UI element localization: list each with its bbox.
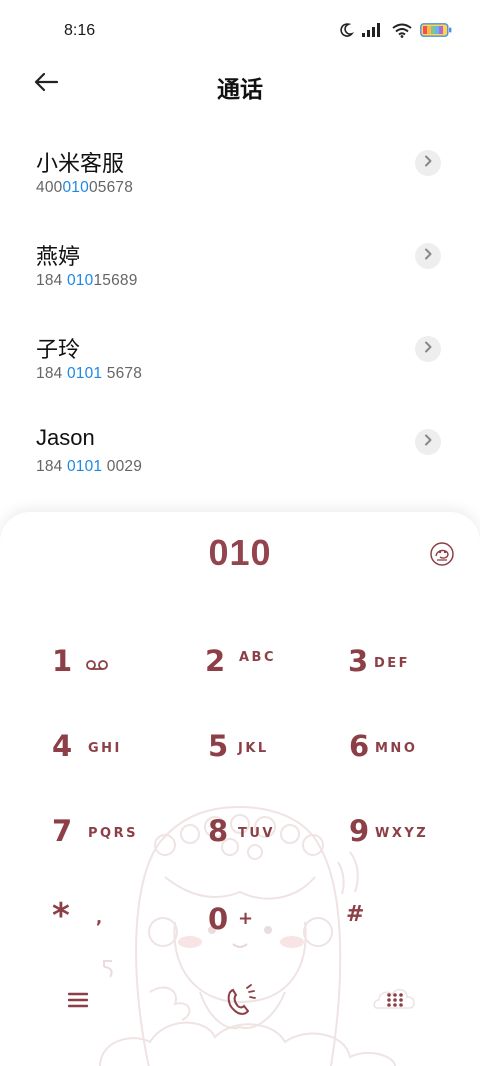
contact-number: 40001005678: [36, 179, 133, 197]
key-digit: 9: [349, 814, 370, 848]
key-digit: 0: [208, 902, 229, 936]
menu-icon: [67, 991, 89, 1014]
contact-detail-button[interactable]: [415, 150, 441, 176]
key-8[interactable]: 8 TUV: [208, 802, 338, 862]
call-button[interactable]: [216, 980, 266, 1024]
key-letters: +: [238, 908, 256, 929]
key-digit: 5: [208, 729, 229, 763]
contact-result-item[interactable]: Jason 184 0101 0029: [0, 407, 480, 500]
contact-result-item[interactable]: 小米客服 40001005678: [0, 128, 480, 221]
key-letters: TUV: [238, 826, 275, 841]
contact-number: 184 01015689: [36, 272, 138, 290]
theme-button[interactable]: [428, 540, 456, 568]
chevron-right-icon: [423, 433, 433, 451]
key-digit: 1: [52, 644, 73, 678]
number-prefix: 184: [36, 365, 67, 382]
key-hash[interactable]: #: [346, 890, 476, 950]
number-prefix: 400: [36, 179, 63, 196]
key-2[interactable]: 2 ABC: [205, 632, 335, 692]
dial-input-display[interactable]: 010: [0, 532, 480, 574]
keypad-toggle-button[interactable]: [370, 978, 420, 1022]
status-time: 8:16: [64, 22, 96, 39]
contact-detail-button[interactable]: [415, 429, 441, 455]
key-letters: GHI: [88, 741, 122, 756]
key-digit: 7: [52, 814, 73, 848]
key-9[interactable]: 9 WXYZ: [349, 802, 479, 862]
contact-name: 子玲: [36, 337, 81, 362]
signal-icon: [362, 23, 384, 42]
key-star[interactable]: * ,: [52, 890, 182, 950]
wifi-icon: [392, 23, 412, 43]
key-1[interactable]: 1: [52, 632, 182, 692]
key-4[interactable]: 4 GHI: [52, 717, 182, 777]
key-0[interactable]: 0 +: [208, 890, 338, 950]
key-letters: ,: [96, 908, 105, 927]
contact-number: 184 0101 5678: [36, 365, 142, 383]
contact-number: 184 0101 0029: [36, 458, 142, 476]
keypad-icon: [371, 978, 419, 1023]
dialer-panel: 010 1 2 ABC 3 DEF 4 GHI 5 JKL 6 MNO 7 PQ…: [0, 512, 480, 1066]
key-digit: 8: [208, 814, 229, 848]
number-match: 0101: [66, 458, 103, 475]
key-digit: *: [52, 896, 70, 936]
key-digit: 6: [349, 729, 370, 763]
number-suffix: 0029: [102, 458, 143, 475]
contact-result-item[interactable]: 燕婷 184 01015689: [0, 221, 480, 314]
number-match: 010: [62, 179, 89, 196]
number-suffix: 15689: [93, 272, 138, 289]
key-5[interactable]: 5 JKL: [208, 717, 338, 777]
key-letters: ABC: [239, 650, 277, 665]
contact-name: 小米客服: [36, 151, 125, 176]
contact-result-item[interactable]: 子玲 184 0101 5678: [0, 314, 480, 407]
key-letters: MNO: [375, 741, 418, 756]
page-title: 通话: [217, 76, 263, 102]
key-letters: DEF: [374, 656, 411, 671]
moon-icon: [338, 22, 355, 43]
chevron-right-icon: [423, 340, 433, 358]
key-digit: 2: [205, 644, 226, 678]
header: 通话: [0, 62, 480, 106]
key-letters: WXYZ: [375, 826, 429, 841]
key-6[interactable]: 6 MNO: [349, 717, 479, 777]
theme-sticker-icon: [428, 542, 456, 572]
contact-results-list: 小米客服 40001005678 燕婷 184 01015689 子玲 184 …: [0, 128, 480, 500]
battery-icon: [420, 23, 452, 42]
number-prefix: 184: [36, 272, 67, 289]
key-digit: 3: [348, 644, 369, 678]
number-suffix: 05678: [88, 179, 134, 196]
status-icons: [338, 22, 452, 43]
key-7[interactable]: 7 PQRS: [52, 802, 182, 862]
key-letters: PQRS: [88, 826, 138, 841]
key-3[interactable]: 3 DEF: [348, 632, 478, 692]
contact-detail-button[interactable]: [415, 336, 441, 362]
chevron-right-icon: [423, 154, 433, 172]
number-suffix: 5678: [102, 365, 143, 382]
contact-name: Jason: [36, 425, 95, 450]
number-prefix: 184: [36, 458, 67, 475]
key-digit: #: [346, 902, 365, 927]
voicemail-icon: [86, 658, 108, 676]
menu-button[interactable]: [60, 984, 96, 1020]
call-icon: [221, 982, 261, 1023]
number-match: 010: [66, 272, 94, 289]
status-bar: 8:16: [0, 0, 480, 62]
key-digit: 4: [52, 729, 73, 763]
contact-name: 燕婷: [36, 244, 81, 269]
chevron-right-icon: [423, 247, 433, 265]
key-letters: JKL: [238, 741, 269, 756]
contact-detail-button[interactable]: [415, 243, 441, 269]
dialer-screen: 8:16 通话 小米客服 40001005678 燕婷 184 01015689…: [0, 0, 480, 1066]
number-match: 0101: [66, 365, 103, 382]
